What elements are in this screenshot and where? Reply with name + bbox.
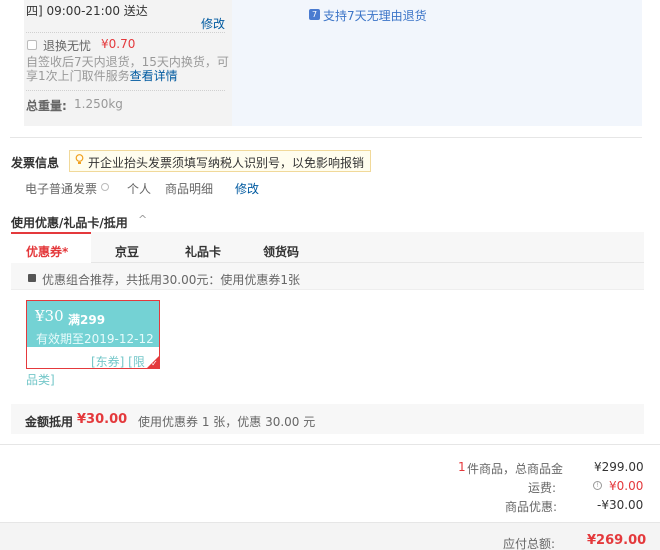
section-divider (0, 444, 660, 445)
weight-value: 1.250kg (74, 97, 123, 111)
invoice-type: 电子普通发票 (25, 182, 98, 196)
return-policy-link[interactable]: 支持7天无理由退货 (323, 7, 427, 24)
section-divider (10, 137, 642, 138)
payable-amount: ¥269.00 (587, 533, 647, 548)
payable-bar (0, 522, 660, 550)
coupon-tags-cont: 品类] (26, 373, 55, 387)
insurance-label: 退换无忧 (43, 39, 92, 53)
divider (26, 90, 225, 91)
divider (26, 32, 225, 33)
invoice-content: 商品明细 (165, 182, 214, 196)
goods-total: ¥299.00 (594, 460, 644, 474)
coupon-condition: 满299 (68, 313, 106, 327)
insurance-desc-text: 自签收后7天内退货，15天内换货，可享1次上门取件服务 (26, 55, 229, 83)
item-count: 1 (458, 460, 466, 474)
insurance-description: 自签收后7天内退货，15天内换货，可享1次上门取件服务查看详情 (26, 55, 230, 83)
service-panel (232, 0, 642, 126)
check-icon: ✓ (151, 359, 158, 368)
invoice-modify-link[interactable]: 修改 (235, 180, 259, 197)
item-count-label: 件商品，总商品金 (467, 462, 564, 476)
insurance-price: ¥0.70 (101, 37, 136, 51)
tab-redeem-code[interactable]: 领货码 (263, 243, 299, 260)
combo-checkbox[interactable] (28, 274, 36, 282)
invoice-tip-text: 开企业抬头发票须填写纳税人识别号，以免影响报销 (88, 156, 365, 170)
deduct-description: 使用优惠券 1 张，优惠 30.00 元 (138, 415, 316, 429)
shipping-modify-link[interactable]: 修改 (201, 15, 225, 32)
delivery-time: 四] 09:00-21:00 送达 (26, 4, 148, 18)
coupon-tags: [东券] [限 (91, 355, 145, 369)
info-icon[interactable] (101, 183, 109, 191)
discount-value: -¥30.00 (597, 498, 644, 512)
tab-jd-beans[interactable]: 京豆 (115, 243, 139, 260)
deduct-amount: ¥30.00 (77, 412, 128, 427)
invoice-person: 个人 (127, 182, 152, 196)
return-policy-icon: 7 (309, 9, 320, 20)
payable-label: 应付总额: (503, 537, 556, 550)
deduct-label: 金额抵用 (25, 415, 74, 429)
tab-coupon[interactable]: 优惠券* (26, 243, 68, 260)
coupon-amount: ¥30 (35, 307, 64, 325)
weight-label: 总重量: (26, 99, 67, 113)
lightbulb-icon (75, 154, 84, 164)
insurance-detail-link[interactable]: 查看详情 (130, 69, 178, 83)
insurance-checkbox[interactable] (27, 40, 37, 50)
combo-recommend-text: 优惠组合推荐，共抵用30.00元：使用优惠券1张 (42, 273, 300, 287)
invoice-title: 发票信息 (11, 156, 60, 170)
shipping-fee-label: 运费: (528, 481, 557, 495)
coupon-section-title: 使用优惠/礼品卡/抵用 (11, 216, 128, 230)
info-icon[interactable]: ! (593, 481, 602, 490)
collapse-toggle-icon[interactable]: ^ (138, 213, 147, 226)
tab-gift-card[interactable]: 礼品卡 (185, 243, 221, 260)
shipping-fee-value: ¥0.00 (609, 479, 644, 493)
coupon-expiry: 有效期至2019-12-12 (36, 332, 154, 346)
coupon-tab-bar (11, 232, 644, 263)
discount-label: 商品优惠: (505, 500, 558, 514)
